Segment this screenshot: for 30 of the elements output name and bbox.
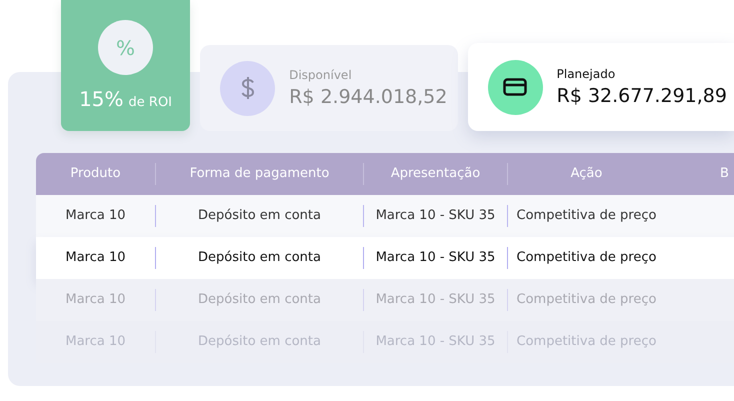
column-header: Apresentação [363,163,507,185]
table-cell: Depósito em conta [155,205,363,227]
table-row[interactable]: Marca 10 Depósito em conta Marca 10 - SKU 35 Competitiva de preço [36,195,734,237]
table-cell-text: Marca 10 [64,207,127,225]
roi-label: de ROI [128,95,172,110]
table-cell: Depósito em conta [155,331,363,353]
roi-value: 15% [79,87,124,111]
table-cell: Competitiva de preço [507,289,665,311]
table-cell: Competitiva de preço [507,205,665,227]
column-header: Forma de pagamento [155,163,363,185]
column-header: Produto [69,165,122,183]
stat-value: R$ 2.944.018,52 [289,86,448,108]
column-header: B [719,165,730,183]
table-cell: Competitiva de preço [507,247,665,269]
table-cell-text: Marca 10 [64,249,127,267]
percent-icon: % [98,20,154,75]
column-header: Ação [507,163,665,185]
table-cell-text: Marca 10 [64,291,127,309]
stat-value: R$ 32.677.291,89 [556,85,727,107]
table-cell: Marca 10 - SKU 35 [363,205,507,227]
stat-label: Disponível [289,68,353,82]
table-cell: Marca 10 - SKU 35 [363,247,507,269]
stat-label: Planejado [556,67,616,81]
table-row[interactable]: Marca 10 Depósito em conta Marca 10 - SKU 35 Competitiva de preço [36,237,734,279]
table-cell-text: Marca 10 [64,333,127,351]
table-cell: Marca 10 - SKU 35 [363,331,507,353]
table-cell: Depósito em conta [155,247,363,269]
table-cell: Depósito em conta [155,289,363,311]
table-cell: Competitiva de preço [507,331,665,353]
table-cell: Marca 10 - SKU 35 [363,289,507,311]
